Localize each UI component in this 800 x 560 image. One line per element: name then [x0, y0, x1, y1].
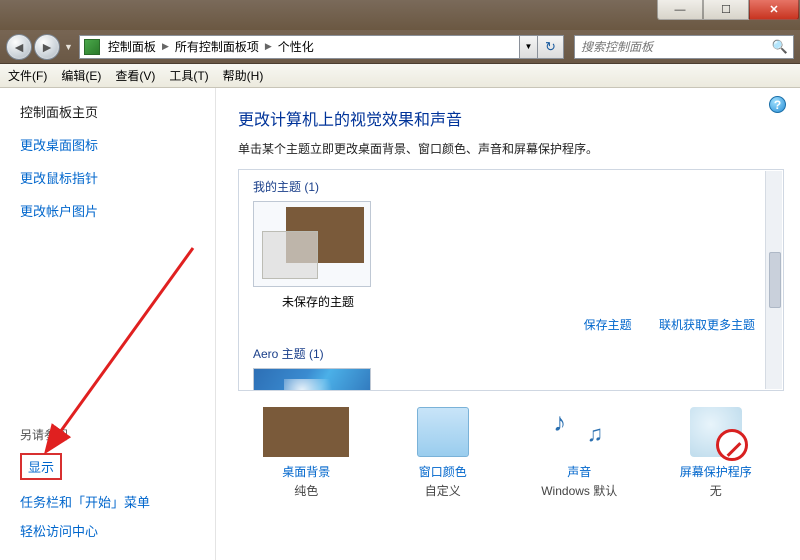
breadcrumb-root[interactable]: 控制面板	[106, 38, 158, 55]
bg-value: 纯色	[247, 482, 365, 499]
menu-view[interactable]: 查看(V)	[115, 67, 155, 84]
refresh-button[interactable]: ↻	[538, 35, 564, 59]
ss-label: 屏幕保护程序	[657, 463, 775, 480]
menu-help[interactable]: 帮助(H)	[223, 67, 264, 84]
sidebar-link-picture[interactable]: 更改帐户图片	[20, 201, 215, 220]
sidebar: 控制面板主页 更改桌面图标 更改鼠标指针 更改帐户图片 另请参阅 显示 任务栏和…	[0, 88, 216, 560]
title-bar: — ☐ ✕	[0, 0, 800, 30]
sidebar-link-ease[interactable]: 轻松访问中心	[20, 521, 215, 540]
wc-label: 窗口颜色	[384, 463, 502, 480]
sidebar-see-also: 另请参阅	[20, 426, 215, 443]
theme-thumbnail	[253, 368, 371, 390]
content-pane: ? 更改计算机上的视觉效果和声音 单击某个主题立即更改桌面背景、窗口颜色、声音和…	[216, 88, 800, 560]
menu-bar: 文件(F) 编辑(E) 查看(V) 工具(T) 帮助(H)	[0, 64, 800, 88]
group-my-themes: 我的主题 (1)	[253, 178, 769, 195]
themes-list: 我的主题 (1) 未保存的主题 保存主题 联机获取更多主题 Aero 主题 (1…	[238, 169, 784, 391]
wc-value: 自定义	[384, 482, 502, 499]
search-input[interactable]	[575, 40, 767, 54]
sound-button[interactable]: 声音 Windows 默认	[520, 407, 638, 499]
nav-bar: ◄ ► ▼ 控制面板 ▶ 所有控制面板项 ▶ 个性化 ▼ ↻ 🔍	[0, 30, 800, 64]
sd-label: 声音	[520, 463, 638, 480]
address-bar[interactable]: 控制面板 ▶ 所有控制面板项 ▶ 个性化	[79, 35, 520, 59]
screensaver-icon	[690, 407, 742, 457]
page-subtitle: 单击某个主题立即更改桌面背景、窗口颜色、声音和屏幕保护程序。	[238, 140, 784, 157]
control-panel-icon	[84, 39, 100, 55]
settings-row: 桌面背景 纯色 窗口颜色 自定义 声音 Windows 默认 屏幕保护程序 无	[238, 407, 784, 499]
group-aero-themes: Aero 主题 (1)	[253, 345, 769, 362]
ss-value: 无	[657, 482, 775, 499]
menu-tools[interactable]: 工具(T)	[169, 67, 208, 84]
save-theme-link[interactable]: 保存主题	[584, 318, 632, 332]
breadcrumb-leaf[interactable]: 个性化	[276, 38, 316, 55]
menu-file[interactable]: 文件(F)	[8, 67, 47, 84]
minimize-button[interactable]: —	[657, 0, 703, 20]
back-button[interactable]: ◄	[6, 34, 32, 60]
search-box[interactable]: 🔍	[574, 35, 794, 59]
theme-name: 未保存的主题	[253, 293, 383, 310]
window-color-button[interactable]: 窗口颜色 自定义	[384, 407, 502, 499]
bg-label: 桌面背景	[247, 463, 365, 480]
sidebar-link-display[interactable]: 显示	[20, 453, 62, 480]
sidebar-link-pointer[interactable]: 更改鼠标指针	[20, 168, 215, 187]
forward-button[interactable]: ►	[34, 34, 60, 60]
menu-edit[interactable]: 编辑(E)	[61, 67, 101, 84]
search-icon[interactable]: 🔍	[767, 39, 793, 55]
sidebar-home[interactable]: 控制面板主页	[20, 102, 215, 121]
close-button[interactable]: ✕	[749, 0, 799, 20]
address-dropdown[interactable]: ▼	[520, 35, 538, 59]
background-swatch-icon	[263, 407, 349, 457]
sidebar-link-icons[interactable]: 更改桌面图标	[20, 135, 215, 154]
breadcrumb-sep-icon: ▶	[158, 41, 173, 52]
screensaver-button[interactable]: 屏幕保护程序 无	[657, 407, 775, 499]
sidebar-link-taskbar[interactable]: 任务栏和「开始」菜单	[20, 492, 215, 511]
breadcrumb-sep-icon: ▶	[261, 41, 276, 52]
sound-icon	[553, 407, 605, 457]
theme-thumbnail	[253, 201, 371, 287]
sd-value: Windows 默认	[520, 482, 638, 499]
theme-item[interactable]	[253, 368, 383, 390]
breadcrumb-mid[interactable]: 所有控制面板项	[173, 38, 261, 55]
history-dropdown[interactable]: ▼	[62, 42, 75, 52]
help-icon[interactable]: ?	[769, 96, 786, 113]
window-color-icon	[417, 407, 469, 457]
scrollbar[interactable]	[765, 171, 782, 389]
page-title: 更改计算机上的视觉效果和声音	[238, 106, 784, 130]
theme-item[interactable]: 未保存的主题	[253, 201, 383, 310]
maximize-button[interactable]: ☐	[703, 0, 749, 20]
get-more-themes-link[interactable]: 联机获取更多主题	[659, 318, 755, 332]
desktop-background-button[interactable]: 桌面背景 纯色	[247, 407, 365, 499]
